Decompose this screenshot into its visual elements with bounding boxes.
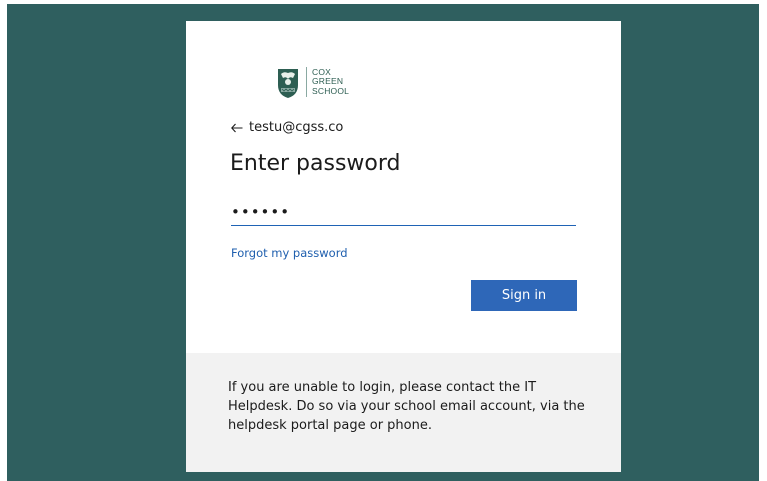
logo-divider — [306, 67, 307, 97]
arrow-left-icon[interactable] — [231, 123, 243, 133]
helpdesk-message: If you are unable to login, please conta… — [228, 380, 585, 433]
sign-in-card: COX GREEN SCHOOL testu@cgss.co Enter pas… — [186, 21, 621, 472]
school-name: COX GREEN SCHOOL — [312, 67, 350, 97]
school-logo: COX GREEN SCHOOL — [275, 65, 349, 99]
password-input[interactable] — [231, 198, 576, 226]
sign-in-button[interactable]: Sign in — [471, 280, 577, 311]
account-email: testu@cgss.co — [249, 120, 344, 135]
helpdesk-footer: If you are unable to login, please conta… — [186, 353, 621, 472]
identity-banner[interactable]: testu@cgss.co — [231, 120, 343, 135]
school-name-line: SCHOOL — [312, 85, 350, 96]
forgot-password-link[interactable]: Forgot my password — [231, 246, 348, 260]
school-crest-icon — [278, 69, 298, 98]
page-title: Enter password — [230, 151, 401, 176]
